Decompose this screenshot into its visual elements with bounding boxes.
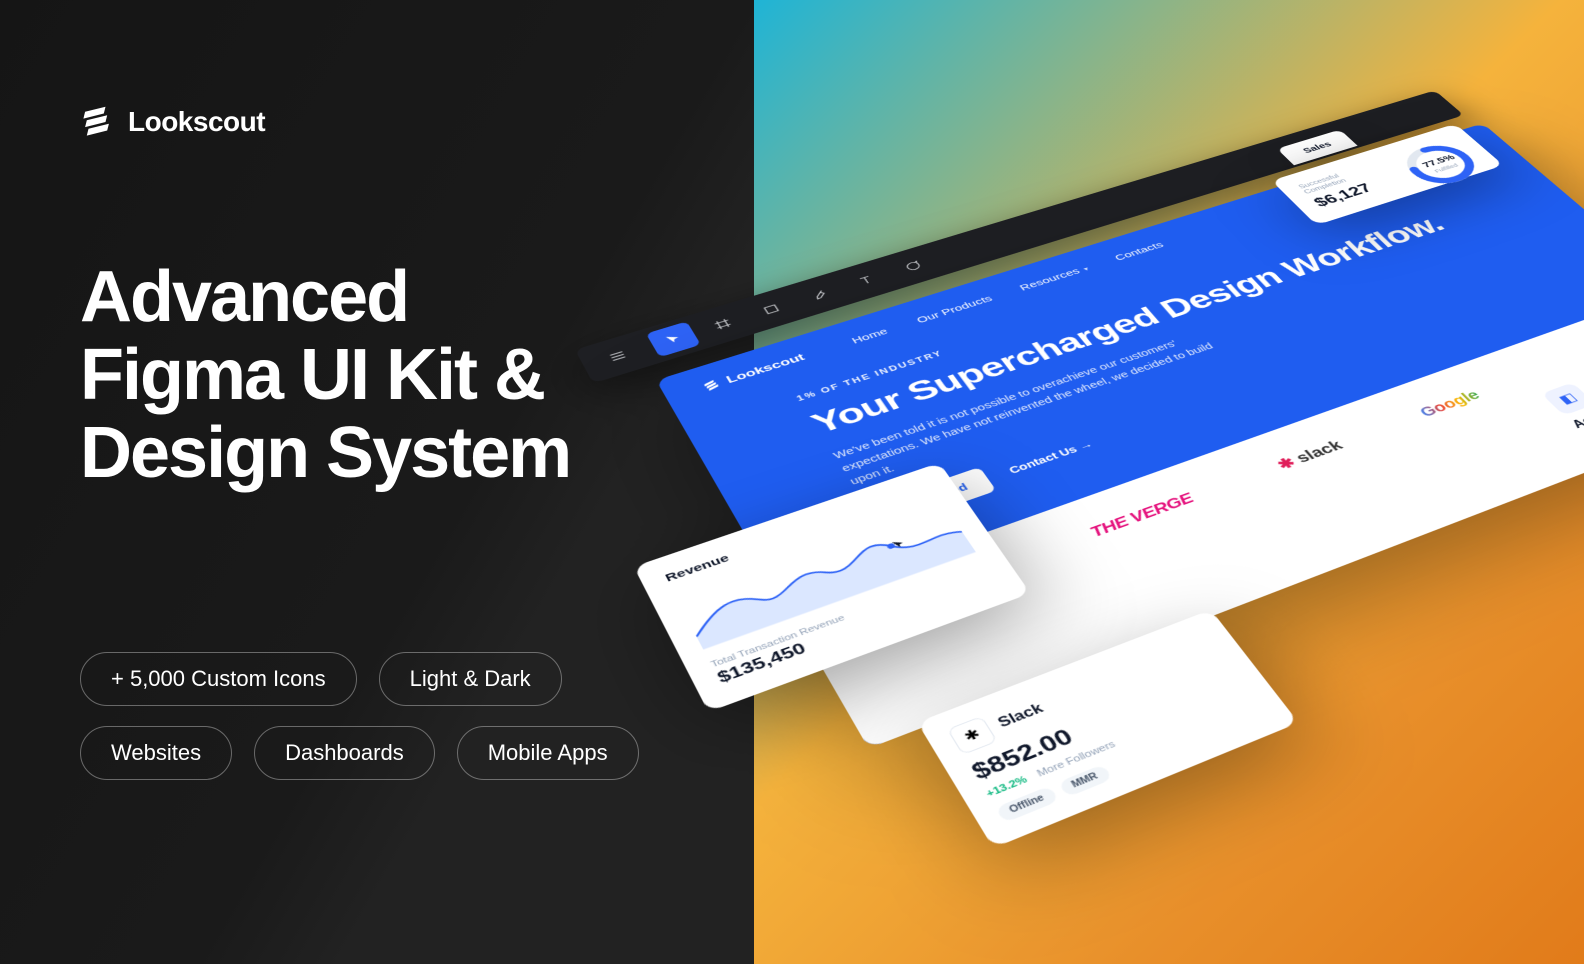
rectangle-tool-icon[interactable] [744, 292, 799, 327]
nav-contacts[interactable]: Contacts [1112, 240, 1165, 262]
comment-tool-icon[interactable] [886, 250, 940, 283]
brand-lockup: Lookscout [80, 105, 720, 139]
logo-slack: slack [1273, 437, 1347, 474]
brand-name: Lookscout [128, 106, 265, 138]
nav-home[interactable]: Home [850, 326, 890, 345]
nav-resources[interactable]: Resources [1017, 263, 1090, 292]
pill-themes: Light & Dark [379, 652, 562, 706]
slack-icon: ✱ [947, 716, 998, 755]
page-headline: Advanced Figma UI Kit & Design System [80, 259, 720, 492]
accessibility-icon: ◧ [1541, 382, 1584, 415]
pill-mobile: Mobile Apps [457, 726, 639, 780]
pill-websites: Websites [80, 726, 232, 780]
text-tool-icon[interactable] [839, 264, 893, 298]
site-brand-text: Lookscout [724, 351, 807, 386]
feature-pills: + 5,000 Custom Icons Light & Dark Websit… [80, 652, 680, 780]
nav-products[interactable]: Our Products [914, 294, 994, 326]
lookscout-logo-icon [80, 105, 114, 139]
feature-accessibility: ◧ Accessibility Bring to the table win-w… [1541, 338, 1584, 451]
pill-icons: + 5,000 Custom Icons [80, 652, 357, 706]
pill-dashboards: Dashboards [254, 726, 435, 780]
slack-name: Slack [996, 701, 1047, 731]
logo-google: Google [1416, 388, 1484, 421]
logo-verge: THE VERGE [1087, 491, 1198, 541]
contact-us-button[interactable]: Contact Us [992, 428, 1109, 485]
pen-tool-icon[interactable] [792, 278, 847, 312]
